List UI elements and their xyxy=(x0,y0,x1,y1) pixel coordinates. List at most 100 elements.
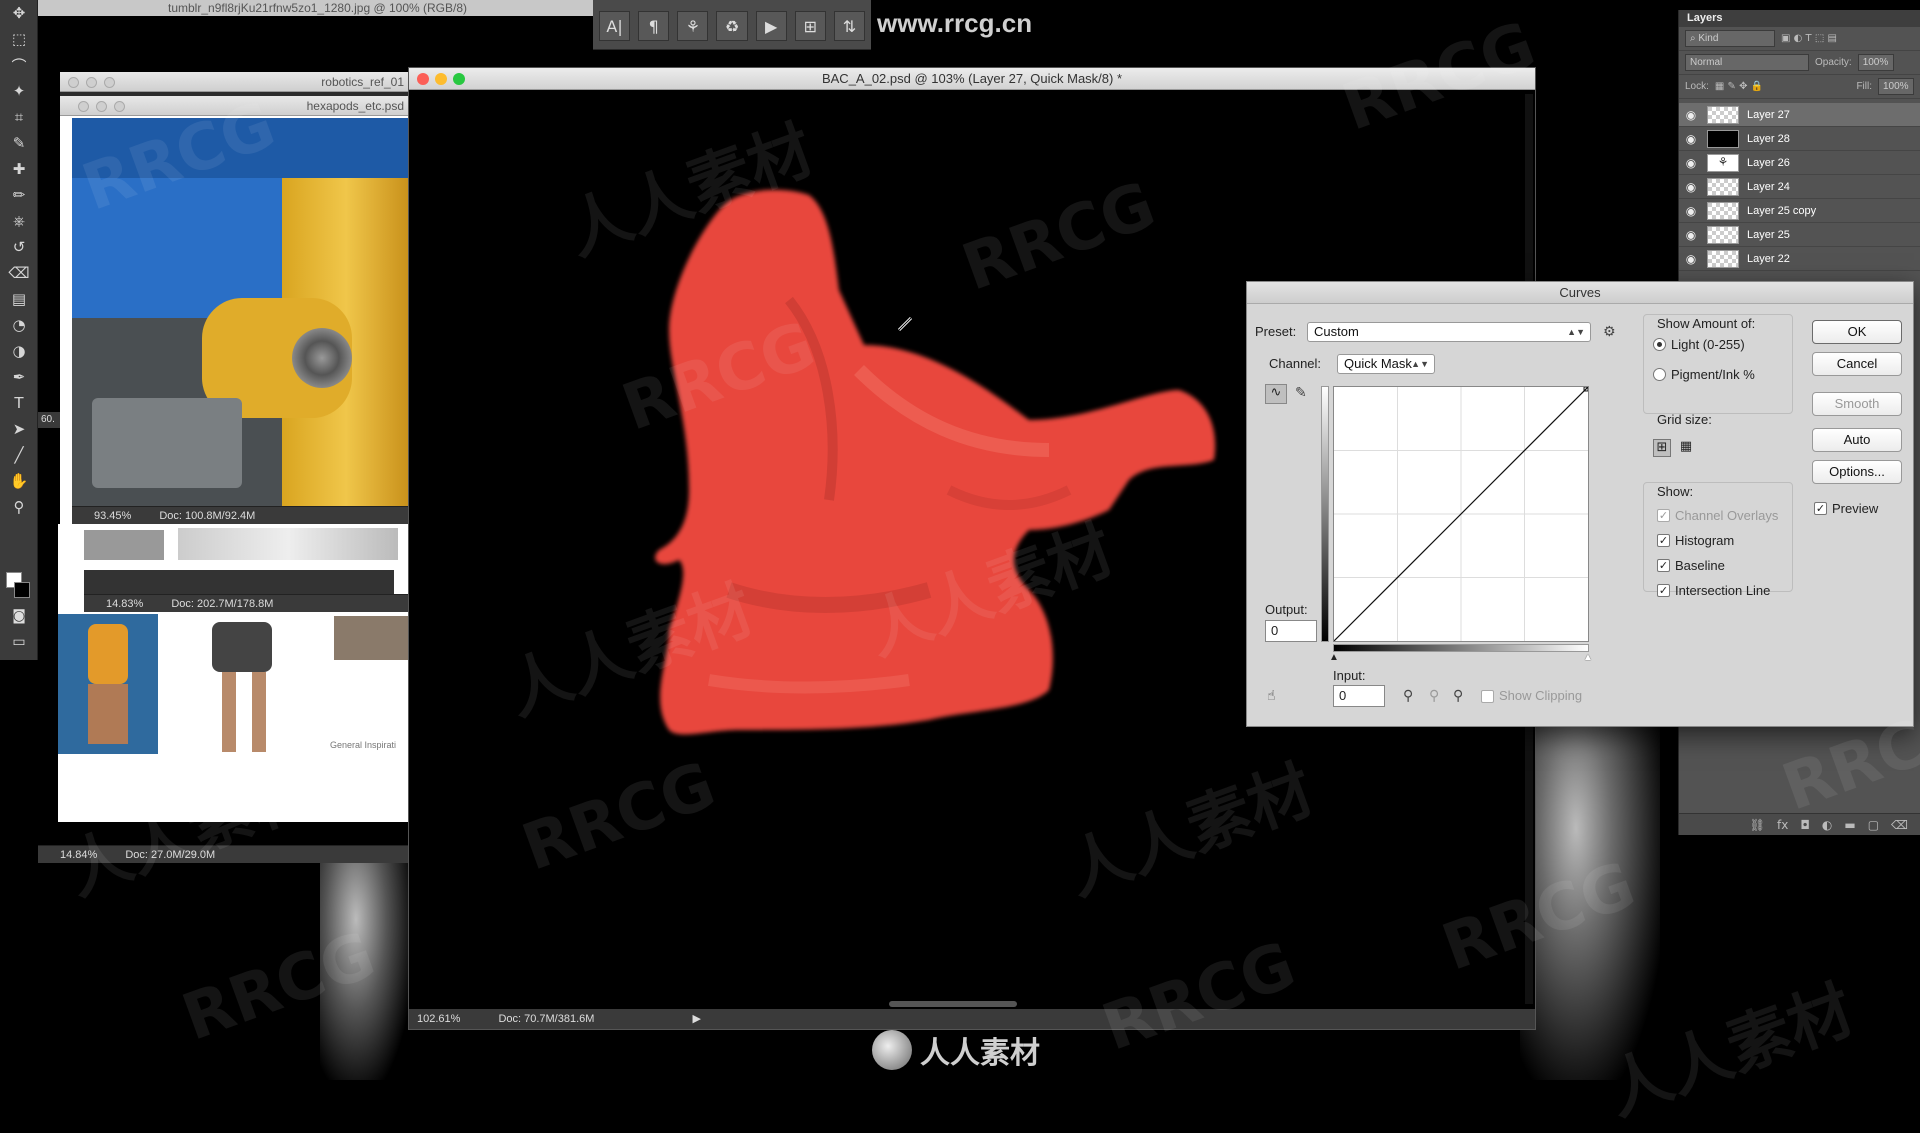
dodge-tool-icon[interactable]: ◑ xyxy=(0,338,38,364)
smooth-button[interactable]: Smooth xyxy=(1812,392,1902,416)
zoom-tool-icon[interactable]: ⚲ xyxy=(0,494,38,520)
cancel-button[interactable]: Cancel xyxy=(1812,352,1902,376)
visibility-eye-icon[interactable]: ◉ xyxy=(1679,252,1703,266)
channel-select[interactable]: Quick Mask ▲▼ xyxy=(1337,354,1435,374)
zoom-readout[interactable]: 14.83% xyxy=(106,595,143,612)
background-color-swatch[interactable] xyxy=(14,582,30,598)
option-bar-button-1[interactable]: ¶ xyxy=(638,11,670,41)
light-radio[interactable] xyxy=(1653,338,1666,351)
brush-tool-icon[interactable]: ✏ xyxy=(0,182,38,208)
target-adjust-icon[interactable]: ☝ xyxy=(1267,688,1276,704)
curves-graph[interactable] xyxy=(1333,386,1589,642)
channel-overlays-checkbox[interactable]: ✓ xyxy=(1657,509,1670,522)
option-bar-button-2[interactable]: ⚘ xyxy=(677,11,709,41)
minimize-button[interactable] xyxy=(435,73,447,85)
screen-mode-icon[interactable]: ▭ xyxy=(0,634,38,658)
fx-icon[interactable]: fx xyxy=(1777,818,1788,832)
zoom-readout[interactable]: 14.84% xyxy=(60,846,97,863)
pen-tool-icon[interactable]: ✒ xyxy=(0,364,38,390)
grid-simple-icon[interactable]: ⊞ xyxy=(1653,439,1671,457)
input-field[interactable]: 0 xyxy=(1333,685,1385,707)
option-bar-button-6[interactable]: ⇅ xyxy=(833,11,865,41)
zoom-light[interactable] xyxy=(104,77,115,88)
ref-window-hexapods[interactable]: hexapods_etc.psd 93.45% Doc: 100.8M/92.4… xyxy=(60,96,410,524)
preview-checkbox[interactable]: ✓ xyxy=(1814,502,1827,515)
main-document-titlebar[interactable]: BAC_A_02.psd @ 103% (Layer 27, Quick Mas… xyxy=(409,68,1535,90)
doc-size-readout[interactable]: Doc: 70.7M/381.6M xyxy=(498,1009,594,1029)
lock-icons[interactable]: ▦ ✎ ✥ 🔒 xyxy=(1715,81,1763,92)
path-selection-tool-icon[interactable]: ➤ xyxy=(0,416,38,442)
visibility-eye-icon[interactable]: ◉ xyxy=(1679,180,1703,194)
background-document-title[interactable]: tumblr_n9fl8rjKu21rfnw5zo1_1280.jpg @ 10… xyxy=(38,0,593,16)
quick-mask-icon[interactable]: ◙ xyxy=(0,608,38,632)
visibility-eye-icon[interactable]: ◉ xyxy=(1679,132,1703,146)
layer-row[interactable]: ◉ Layer 25 xyxy=(1679,223,1920,247)
clone-stamp-tool-icon[interactable]: ⎈ xyxy=(0,208,38,234)
layer-row[interactable]: ◉ Layer 25 copy xyxy=(1679,199,1920,223)
option-bar-button-3[interactable]: ♻ xyxy=(716,11,748,41)
white-eyedropper-icon[interactable]: ⚲ xyxy=(1453,688,1463,704)
doc-size-readout[interactable]: Doc: 27.0M/29.0M xyxy=(125,846,215,863)
folder-icon[interactable]: ▬ xyxy=(1844,818,1855,832)
adjustment-icon[interactable]: ◐ xyxy=(1822,818,1832,832)
grid-detailed-icon[interactable]: ▦ xyxy=(1677,439,1695,457)
pencil-icon[interactable]: ✎ xyxy=(1295,385,1307,401)
pigment-radio[interactable] xyxy=(1653,368,1666,381)
black-eyedropper-icon[interactable]: ⚲ xyxy=(1403,688,1413,704)
histogram-checkbox[interactable]: ✓ xyxy=(1657,534,1670,547)
option-bar-button-0[interactable]: A| xyxy=(599,11,631,41)
ref-window-titlebar[interactable]: hexapods_etc.psd xyxy=(60,96,410,116)
opacity-field[interactable]: 100% xyxy=(1857,54,1894,71)
history-brush-tool-icon[interactable]: ↺ xyxy=(0,234,38,260)
layer-row[interactable]: ◉ Layer 28 xyxy=(1679,127,1920,151)
healing-brush-tool-icon[interactable]: ✚ xyxy=(0,156,38,182)
lasso-tool-icon[interactable]: ⌒ xyxy=(0,52,38,78)
options-button[interactable]: Options... xyxy=(1812,460,1902,484)
marquee-tool-icon[interactable]: ⬚ xyxy=(0,26,38,52)
curve-edit-icon[interactable]: ∿ xyxy=(1265,384,1287,404)
auto-button[interactable]: Auto xyxy=(1812,428,1902,452)
visibility-eye-icon[interactable]: ◉ xyxy=(1679,228,1703,242)
horizontal-scroll-thumb[interactable] xyxy=(889,1001,1017,1007)
option-bar-button-5[interactable]: ⊞ xyxy=(794,11,826,41)
gear-icon[interactable]: ⚙ xyxy=(1603,324,1616,340)
type-tool-icon[interactable]: T xyxy=(0,390,38,416)
close-light[interactable] xyxy=(78,101,89,112)
hand-tool-icon[interactable]: ✋ xyxy=(0,468,38,494)
show-clipping-checkbox[interactable] xyxy=(1481,690,1494,703)
crop-tool-icon[interactable]: ⌗ xyxy=(0,104,38,130)
fill-field[interactable]: 100% xyxy=(1878,78,1914,95)
baseline-checkbox[interactable]: ✓ xyxy=(1657,559,1670,572)
trash-icon[interactable]: ⌫ xyxy=(1891,818,1908,832)
doc-size-readout[interactable]: Doc: 100.8M/92.4M xyxy=(159,507,255,524)
eraser-tool-icon[interactable]: ⌫ xyxy=(0,260,38,286)
filter-icons[interactable]: ▣ ◐ T ⬚ ▤ xyxy=(1781,33,1837,44)
ref-window-titlebar[interactable]: robotics_ref_01 xyxy=(60,72,410,92)
line-tool-icon[interactable]: ╱ xyxy=(0,442,38,468)
blend-mode-select[interactable]: Normal xyxy=(1685,54,1809,71)
preset-select[interactable]: Custom ▲▼ xyxy=(1307,322,1591,342)
white-point-slider[interactable]: ▲ xyxy=(1583,652,1593,663)
zoom-light[interactable] xyxy=(114,101,125,112)
layer-row[interactable]: ◉ ⚘ Layer 26 xyxy=(1679,151,1920,175)
black-point-slider[interactable]: ▲ xyxy=(1329,652,1339,663)
close-button[interactable] xyxy=(417,73,429,85)
zoom-readout[interactable]: 102.61% xyxy=(417,1009,460,1029)
magic-wand-tool-icon[interactable]: ✦ xyxy=(0,78,38,104)
option-bar-button-4[interactable]: ▶ xyxy=(755,11,787,41)
new-layer-icon[interactable]: ▢ xyxy=(1868,818,1879,832)
close-light[interactable] xyxy=(68,77,79,88)
layer-row[interactable]: ◉ Layer 27 xyxy=(1679,103,1920,127)
zoom-readout[interactable]: 93.45% xyxy=(94,507,131,524)
output-field[interactable]: 0 xyxy=(1265,620,1317,642)
layers-tab[interactable]: Layers xyxy=(1679,10,1920,27)
mask-icon[interactable]: ◘ xyxy=(1800,818,1810,832)
visibility-eye-icon[interactable]: ◉ xyxy=(1679,204,1703,218)
eyedropper-tool-icon[interactable]: ✎ xyxy=(0,130,38,156)
layer-row[interactable]: ◉ Layer 24 xyxy=(1679,175,1920,199)
ok-button[interactable]: OK xyxy=(1812,320,1902,344)
link-icon[interactable]: ⛓ xyxy=(1750,818,1765,832)
intersection-line-checkbox[interactable]: ✓ xyxy=(1657,584,1670,597)
doc-size-readout[interactable]: Doc: 202.7M/178.8M xyxy=(171,595,273,612)
gray-eyedropper-icon[interactable]: ⚲ xyxy=(1429,688,1439,704)
